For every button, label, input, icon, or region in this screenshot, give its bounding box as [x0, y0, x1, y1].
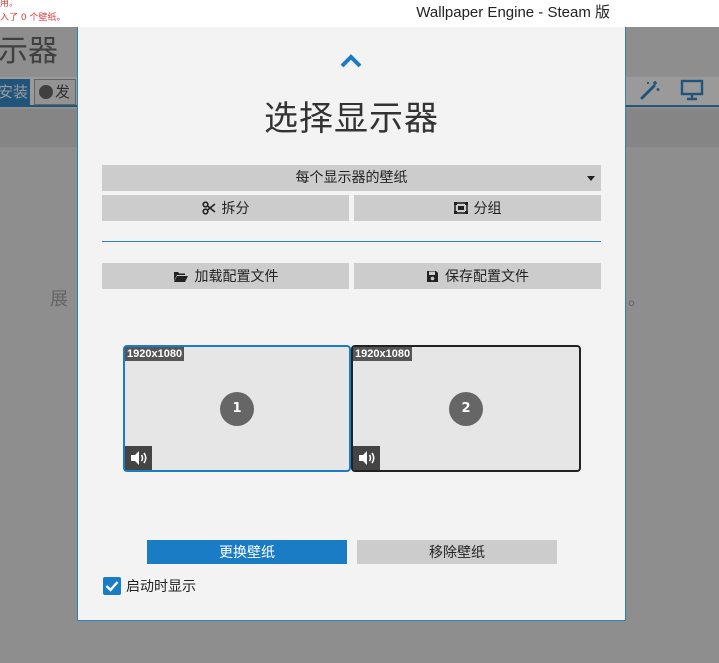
monitor-resolution: 1920x1080 — [125, 347, 185, 361]
group-label: 分组 — [473, 200, 502, 216]
divider — [102, 241, 601, 242]
wallpaper-mode-value: 每个显示器的壁纸 — [295, 170, 408, 186]
caret-down-icon — [587, 176, 595, 181]
show-on-startup-row: 启动时显示 — [103, 576, 196, 596]
notice-line-2: 入了 0 个壁纸。 — [0, 13, 66, 23]
monitor-resolution: 1920x1080 — [353, 347, 413, 361]
chevron-up-icon[interactable] — [340, 53, 362, 68]
change-wallpaper-button[interactable]: 更换壁纸 — [147, 540, 347, 564]
select-monitor-dialog: 选择显示器 每个显示器的壁纸 拆分 分组 加载配置文件 保存配置文件 1920x… — [77, 27, 626, 621]
folder-open-icon — [173, 271, 188, 282]
remove-wallpaper-button[interactable]: 移除壁纸 — [357, 540, 557, 564]
save-profile-button[interactable]: 保存配置文件 — [354, 263, 601, 289]
notice-line-1: 用。 — [0, 0, 19, 9]
window-titlebar: Wallpaper Engine - Steam 版 用。 入了 0 个壁纸。 — [0, 0, 719, 27]
save-profile-label: 保存配置文件 — [445, 268, 529, 284]
scissors-icon — [201, 201, 216, 215]
monitor-number: 2 — [449, 391, 483, 426]
checkmark-icon — [105, 581, 119, 592]
show-on-startup-label: 启动时显示 — [126, 579, 196, 595]
volume-icon[interactable] — [353, 446, 380, 470]
group-icon — [453, 202, 468, 214]
split-button[interactable]: 拆分 — [102, 195, 349, 221]
show-on-startup-checkbox[interactable] — [103, 577, 121, 595]
load-profile-label: 加载配置文件 — [194, 268, 279, 284]
wallpaper-mode-select[interactable]: 每个显示器的壁纸 — [102, 165, 601, 191]
load-profile-button[interactable]: 加载配置文件 — [102, 263, 349, 289]
monitor-number: 1 — [220, 391, 254, 426]
save-icon — [427, 270, 438, 282]
split-label: 拆分 — [221, 200, 250, 216]
group-button[interactable]: 分组 — [354, 195, 601, 221]
monitor-2[interactable]: 1920x1080 2 — [351, 345, 581, 472]
window-title: Wallpaper Engine - Steam 版 — [416, 4, 610, 21]
dialog-title: 选择显示器 — [264, 99, 439, 139]
volume-icon[interactable] — [125, 446, 152, 470]
monitor-1[interactable]: 1920x1080 1 — [123, 345, 351, 472]
